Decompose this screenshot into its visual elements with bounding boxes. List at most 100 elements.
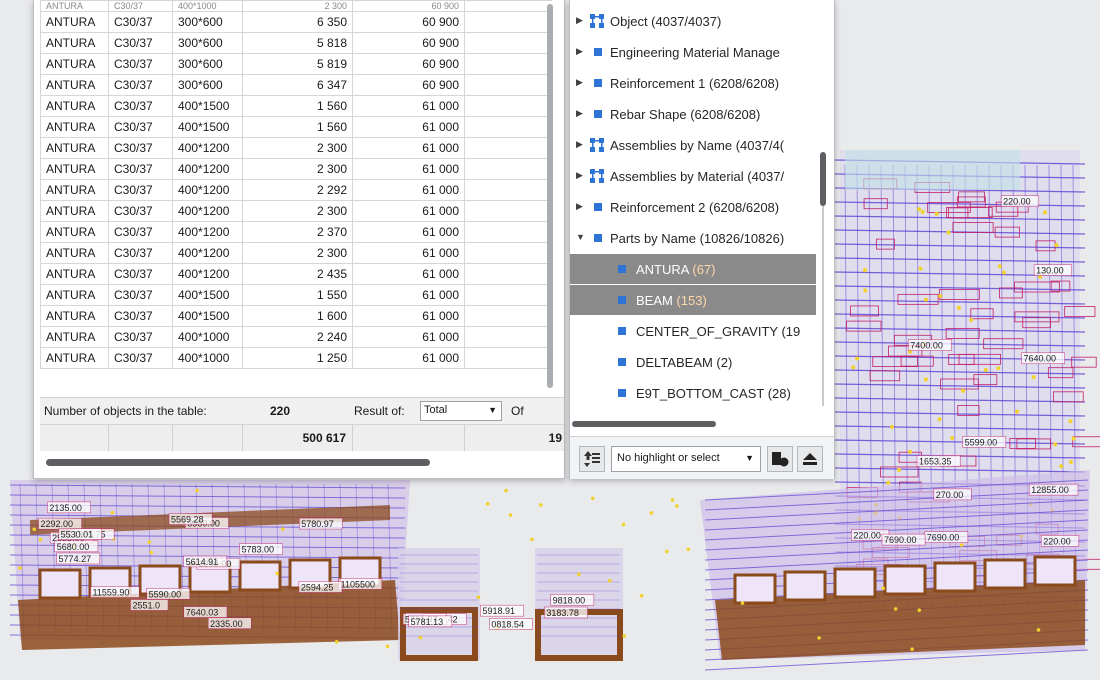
tree-item-label: DELTABEAM (2) [636, 355, 732, 370]
dimension-label: 2335.00 [210, 619, 243, 629]
sort-button[interactable] [579, 446, 605, 472]
tree-item[interactable]: ▶ Object (4037/4037) [570, 6, 816, 36]
node-point [149, 550, 154, 555]
table-row[interactable]: ANTURA C30/37 400*1200 2 370 61 000 [40, 221, 552, 243]
node-point [863, 288, 868, 293]
tree-vertical-scrollbar[interactable] [816, 0, 830, 420]
name-cell: ANTURA [40, 221, 109, 243]
weight-cell: 61 000 [352, 347, 465, 369]
result-of-dropdown[interactable]: Total ▼ [420, 401, 502, 421]
node-point [817, 636, 821, 640]
weight-cell: 60 900 [352, 74, 465, 96]
table-row[interactable]: ANTURA C30/37 300*600 6 350 60 900 [40, 11, 552, 33]
tree-item[interactable]: ▶ Rebar Shape (6208/6208) [570, 99, 816, 129]
tree-item[interactable]: ▶ Assemblies by Name (4037/4( [570, 130, 816, 160]
node-point [670, 498, 675, 502]
table-row-partial[interactable]: ANTURA C30/37 400*1000 2 300 60 900 [40, 0, 552, 12]
table-row[interactable]: ANTURA C30/37 400*1000 1 250 61 000 [40, 347, 552, 369]
profile-cell: 400*1500 [172, 305, 243, 327]
collapse-arrow-icon[interactable]: ▼ [576, 232, 585, 242]
table-row[interactable]: ANTURA C30/37 400*1500 1 560 61 000 [40, 116, 552, 138]
tree-item[interactable]: ▶ Assemblies by Material (4037/ [570, 161, 816, 191]
expand-arrow-icon[interactable]: ▶ [576, 201, 583, 212]
tree-item[interactable]: ▶ Reinforcement 2 (6208/6208) [570, 192, 816, 222]
table-row[interactable]: ANTURA C30/37 400*1500 1 560 61 000 [40, 95, 552, 117]
tree-item[interactable]: DELTABEAM (2) [570, 347, 816, 377]
tree-item-name: Assemblies by Material (4037/ [610, 169, 785, 184]
profile-cell: 400*1200 [172, 263, 243, 285]
dimension-label: 2551.0 [132, 600, 160, 610]
table-row[interactable]: ANTURA C30/37 400*1200 2 300 61 000 [40, 158, 552, 180]
dimension-label: 5569.28 [171, 515, 204, 525]
name-cell: ANTURA [40, 32, 109, 54]
table-horizontal-scrollbar[interactable] [44, 457, 554, 467]
expand-arrow-icon[interactable]: ▶ [576, 77, 583, 88]
node-point [1059, 464, 1064, 469]
tree-item-label: ANTURA (67) [636, 262, 715, 277]
name-cell: ANTURA [40, 347, 109, 369]
node-point [923, 377, 928, 382]
table-row[interactable]: ANTURA C30/37 300*600 6 347 60 900 [40, 74, 552, 96]
profile-cell: 400*1500 [172, 284, 243, 306]
length-cell: 5 819 [242, 53, 353, 75]
node-point [851, 365, 856, 370]
tree-item-name: DELTABEAM (2) [636, 355, 733, 370]
tree-item-name: ANTURA [636, 262, 689, 277]
tree-item[interactable]: E9T_BOTTOM_CAST (28) [570, 378, 816, 408]
expand-arrow-icon[interactable]: ▶ [576, 139, 583, 150]
node-point [649, 511, 654, 515]
tree-item[interactable]: BEAM (153) [570, 285, 816, 315]
table-row[interactable]: ANTURA C30/37 400*1200 2 435 61 000 [40, 263, 552, 285]
tree-item[interactable]: CENTER_OF_GRAVITY (19 [570, 316, 816, 346]
highlight-select-dropdown[interactable]: No highlight or select ▼ [611, 446, 761, 472]
tree-item-label: BEAM (153) [636, 293, 707, 308]
table-row[interactable]: ANTURA C30/37 400*1500 1 550 61 000 [40, 284, 552, 306]
expand-arrow-icon[interactable]: ▶ [576, 46, 583, 57]
object-group-icon [618, 296, 626, 304]
material-cell: C30/37 [108, 158, 173, 180]
length-cell: 2 300 [242, 242, 353, 264]
tree-horizontal-scrollbar[interactable] [572, 421, 802, 429]
name-cell: ANTURA [40, 95, 109, 117]
weight-cell: 61 000 [352, 263, 465, 285]
weight-cell: 61 000 [352, 95, 465, 117]
expand-arrow-icon[interactable]: ▶ [576, 108, 583, 119]
length-cell: 6 347 [242, 74, 353, 96]
tree-item[interactable]: ▶ Engineering Material Manage [570, 37, 816, 67]
tree-item[interactable]: ANTURA (67) [570, 254, 816, 284]
chevron-down-icon: ▼ [745, 453, 754, 463]
profile-cell: 400*1200 [172, 179, 243, 201]
node-point [1002, 270, 1007, 275]
color-objects-button[interactable] [767, 446, 793, 472]
table-row[interactable]: ANTURA C30/37 400*1000 2 240 61 000 [40, 326, 552, 348]
table-row[interactable]: ANTURA C30/37 400*1200 2 292 61 000 [40, 179, 552, 201]
table-row[interactable]: ANTURA C30/37 400*1500 1 600 61 000 [40, 305, 552, 327]
object-group-icon [594, 48, 602, 56]
tree-item[interactable]: ▼ Parts by Name (10826/10826) [570, 223, 816, 253]
table-vertical-scrollbar[interactable] [546, 0, 554, 392]
extra-cell [464, 158, 552, 180]
table-row[interactable]: ANTURA C30/37 300*600 5 819 60 900 [40, 53, 552, 75]
table-row[interactable]: ANTURA C30/37 400*1200 2 300 61 000 [40, 200, 552, 222]
table-row[interactable]: ANTURA C30/37 300*600 5 818 60 900 [40, 32, 552, 54]
name-cell: ANTURA [40, 242, 109, 264]
tree-item-label: Assemblies by Name (4037/4( [610, 138, 784, 153]
node-point [275, 571, 280, 576]
tree-item-label: Engineering Material Manage [610, 45, 780, 60]
shapes-icon [772, 452, 789, 467]
node-point [916, 207, 921, 212]
expand-arrow-icon[interactable]: ▶ [576, 15, 583, 26]
table-row[interactable]: ANTURA C30/37 400*1200 2 300 61 000 [40, 242, 552, 264]
node-point [18, 566, 22, 570]
tree-item[interactable]: ▶ Reinforcement 1 (6208/6208) [570, 68, 816, 98]
expand-arrow-icon[interactable]: ▶ [576, 170, 583, 181]
material-cell: C30/37 [108, 116, 173, 138]
table-row[interactable]: ANTURA C30/37 400*1200 2 300 61 000 [40, 137, 552, 159]
eject-button[interactable] [797, 446, 823, 472]
node-point [918, 266, 923, 271]
assembly-icon [590, 14, 604, 28]
assembly-icon [590, 169, 604, 183]
extra-cell [464, 11, 552, 33]
length-cell: 2 435 [242, 263, 353, 285]
tree-item-label: E9T_BOTTOM_CAST (28) [636, 386, 791, 401]
